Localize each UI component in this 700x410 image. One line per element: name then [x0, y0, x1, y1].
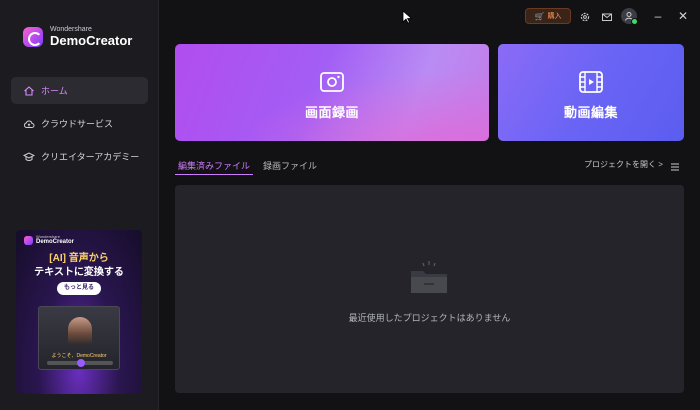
- recent-projects-panel: 最近使用したプロジェクトはありません: [175, 185, 684, 393]
- promo-banner[interactable]: Wondershare DemoCreator [AI] 音声から テキストに変…: [16, 230, 142, 394]
- video-edit-card[interactable]: 動画編集: [498, 44, 684, 141]
- democreator-logo-icon: [24, 235, 33, 245]
- promo-brand: Wondershare DemoCreator: [24, 235, 74, 245]
- sidebar-item-academy[interactable]: クリエイターアカデミー: [11, 143, 148, 170]
- logo-product: DemoCreator: [50, 33, 133, 48]
- video-edit-label: 動画編集: [563, 105, 618, 120]
- minimize-icon[interactable]: –: [650, 8, 666, 24]
- tab-edited-files[interactable]: 編集済みファイル: [175, 159, 254, 175]
- sidebar-item-label: クリエイターアカデミー: [41, 152, 140, 162]
- close-icon[interactable]: ✕: [675, 8, 691, 24]
- title-bar: 🛒 購入 – ✕: [159, 0, 700, 34]
- sidebar-nav: ホーム クラウドサービス クリエイターアカデミー: [11, 77, 148, 176]
- playback-bar: [47, 359, 113, 367]
- empty-state-text: 最近使用したプロジェクトはありません: [348, 313, 511, 323]
- promo-product-name: DemoCreator: [36, 239, 75, 245]
- promo-title-line1: [AI] 音声から: [49, 253, 109, 264]
- promo-more-button[interactable]: もっと見る: [57, 282, 101, 295]
- cart-icon: 🛒: [534, 11, 545, 21]
- empty-folder-icon: [411, 261, 447, 293]
- mail-icon[interactable]: [601, 10, 613, 22]
- home-icon: [23, 85, 35, 97]
- tab-recorded-files[interactable]: 録画ファイル: [263, 159, 317, 172]
- promo-preview-image: ようこそ、DemoCreator: [38, 306, 120, 370]
- democreator-logo-icon: [23, 26, 43, 47]
- sidebar: Wondershare DemoCreator ホーム クラウドサービス クリエ…: [0, 0, 159, 410]
- sidebar-item-label: ホーム: [41, 86, 68, 96]
- screen-record-card[interactable]: 画面録画: [175, 44, 489, 141]
- open-project-link[interactable]: プロジェクトを開く >: [584, 159, 663, 170]
- settings-icon[interactable]: [579, 10, 591, 22]
- promo-title: [AI] 音声から テキストに変換する: [16, 252, 142, 280]
- video-edit-icon: [578, 70, 604, 94]
- presenter-image: [68, 317, 92, 345]
- cloud-icon: [23, 118, 35, 130]
- list-menu-icon[interactable]: [670, 159, 680, 171]
- screen-record-label: 画面録画: [304, 105, 359, 120]
- buy-button[interactable]: 🛒 購入: [525, 8, 571, 24]
- buy-label: 購入: [547, 13, 562, 20]
- promo-title-line2: テキストに変換する: [34, 267, 124, 278]
- academy-icon: [22, 151, 36, 163]
- app-logo: Wondershare DemoCreator: [23, 26, 132, 47]
- mouse-cursor-icon: [402, 10, 412, 24]
- screen-record-icon: [319, 70, 345, 94]
- sidebar-item-home[interactable]: ホーム: [11, 77, 148, 104]
- logo-brand: Wondershare: [50, 26, 92, 33]
- account-icon[interactable]: [621, 8, 638, 25]
- sidebar-item-label: クラウドサービス: [41, 119, 114, 129]
- promo-caption: ようこそ、DemoCreator: [51, 353, 107, 359]
- sidebar-item-cloud[interactable]: クラウドサービス: [11, 110, 148, 137]
